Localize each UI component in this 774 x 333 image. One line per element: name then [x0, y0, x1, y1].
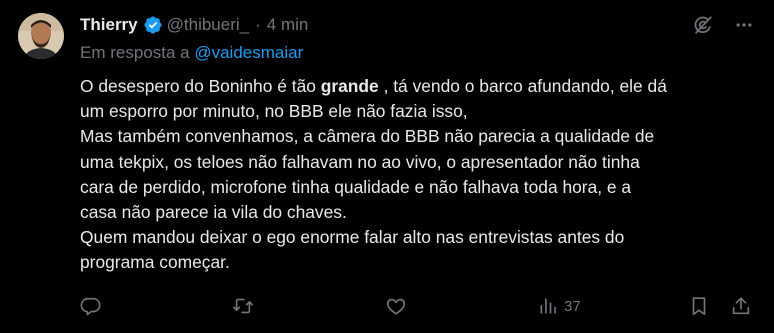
avatar[interactable]: [18, 13, 64, 59]
bookmark-button[interactable]: [688, 292, 710, 320]
views-icon: [540, 298, 556, 314]
bookmark-icon: [692, 297, 706, 316]
share-icon: [732, 297, 750, 315]
author-handle[interactable]: @thibueri_: [167, 15, 249, 35]
more-icon[interactable]: [734, 15, 754, 35]
reply-button[interactable]: [80, 292, 102, 320]
like-icon: [386, 298, 406, 315]
timestamp[interactable]: 4 min: [267, 15, 309, 35]
tweet-text-line: Mas também convenhamos, a câmera do BBB …: [80, 126, 655, 147]
reply-context: Em resposta a @vaidesmaiar: [80, 43, 303, 63]
separator-dot: ·: [255, 15, 261, 34]
text-segment: , tá vendo o barco afundando, ele dá: [378, 76, 667, 96]
reply-mention-link[interactable]: @vaidesmaiar: [194, 43, 303, 62]
repost-icon: [233, 298, 253, 314]
bold-text-segment: grande: [320, 76, 379, 96]
grok-icon[interactable]: [692, 14, 714, 36]
tweet-header: Thierry @thibueri_ · 4 min: [80, 12, 308, 38]
header-actions: [692, 14, 754, 36]
views-count: 37: [564, 297, 581, 315]
tweet-text-line: cara de perdido, microfone tinha qualida…: [80, 176, 632, 197]
like-button[interactable]: [385, 292, 407, 320]
tweet-text-line: O desespero do Boninho é tão grande , tá…: [80, 74, 760, 99]
share-button[interactable]: [730, 292, 752, 320]
tweet[interactable]: Thierry @thibueri_ · 4 min Em resposta a…: [0, 0, 774, 333]
text-segment: O desespero do Boninho é tão: [80, 76, 321, 96]
display-name[interactable]: Thierry: [80, 15, 138, 35]
tweet-text-line: Quem mandou deixar o ego enorme falar al…: [80, 227, 625, 248]
tweet-text-line: uma tekpix, os teloes não falhavam no ao…: [80, 151, 640, 172]
repost-button[interactable]: [232, 292, 254, 320]
action-bar: 37: [80, 292, 755, 320]
reply-icon: [80, 297, 101, 316]
avatar-image: [18, 13, 64, 59]
tweet-text-line: um esporro por minuto, no BBB ele não fa…: [80, 101, 468, 122]
tweet-text: O desespero do Boninho é tão grande , tá…: [80, 74, 760, 276]
views-button[interactable]: 37: [538, 292, 581, 320]
tweet-text-line: programa começar.: [80, 252, 230, 273]
reply-prefix: Em resposta a: [80, 43, 195, 62]
verified-badge-icon[interactable]: [143, 15, 163, 35]
tweet-text-line: casa não parece ia vila do chaves.: [80, 202, 347, 223]
